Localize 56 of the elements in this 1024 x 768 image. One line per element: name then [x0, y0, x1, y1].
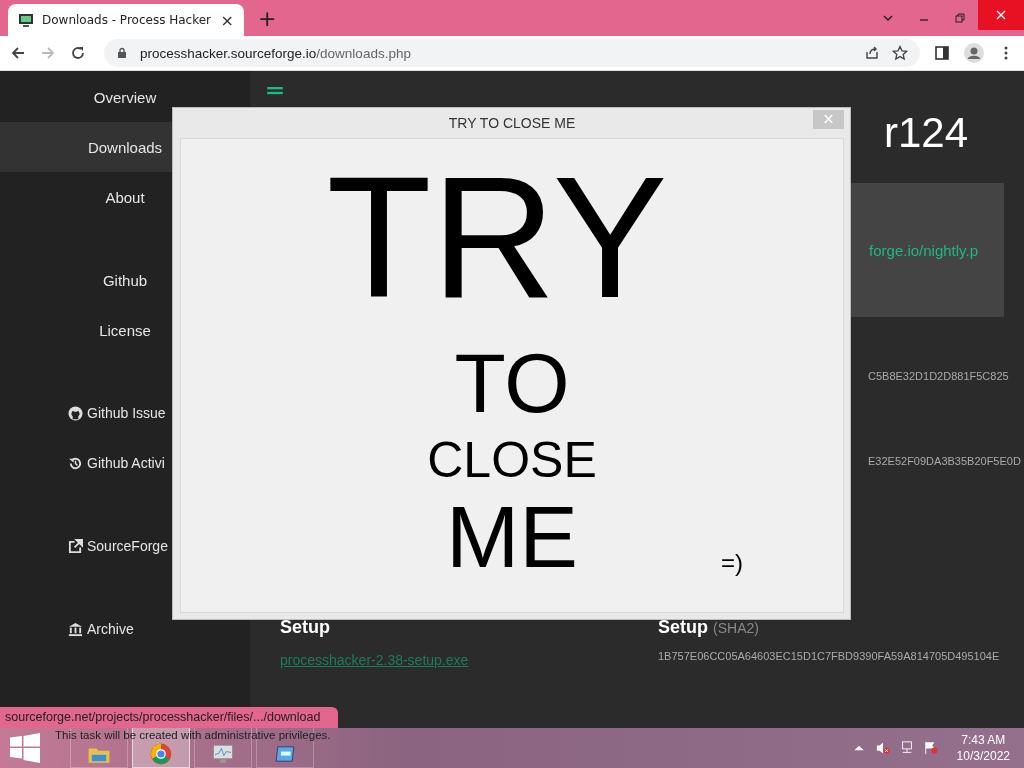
- muted-speaker-icon[interactable]: [875, 741, 890, 755]
- close-tab-button[interactable]: ×: [220, 10, 234, 30]
- hash-text: E32E52F09DA3B35B20F5E0D: [868, 454, 1021, 469]
- sidebar-item[interactable]: Github Activi: [0, 438, 250, 488]
- sidebar-label: Github Activi: [87, 455, 165, 471]
- star-icon[interactable]: [892, 45, 908, 61]
- reload-icon[interactable]: [70, 45, 86, 61]
- clock-date: 10/3/2022: [956, 749, 1010, 763]
- browser-tab[interactable]: Downloads - Process Hacker ×: [8, 4, 244, 36]
- bank-icon: [68, 621, 83, 637]
- close-icon: [995, 9, 1007, 21]
- sidebar-item[interactable]: Archive: [0, 604, 250, 654]
- hash-text: C5B8E32D1D2D881F5C825: [868, 369, 1009, 384]
- github-icon: [68, 405, 83, 421]
- sidebar-item[interactable]: Overview: [0, 72, 250, 122]
- nightly-link[interactable]: forge.io/nightly.p: [869, 241, 978, 259]
- sidebar-label: Downloads: [87, 138, 163, 156]
- dialog-title: TRY TO CLOSE ME: [448, 115, 576, 131]
- start-icon[interactable]: [10, 733, 40, 763]
- download-title: Setup (SHA2): [658, 617, 760, 638]
- profile-icon[interactable]: [964, 43, 984, 63]
- external-link-icon: [68, 538, 83, 554]
- network-icon[interactable]: [899, 741, 914, 755]
- message-text: TO: [454, 341, 570, 425]
- chevron-down-icon[interactable]: [882, 12, 894, 24]
- flag-icon[interactable]: [923, 741, 938, 755]
- sidebar-item[interactable]: Github Issue: [0, 388, 250, 438]
- message-text: ME: [446, 493, 578, 581]
- sidebar-icon[interactable]: [934, 45, 950, 61]
- message-text: CLOSE: [427, 435, 597, 485]
- download-title: Setup: [280, 617, 331, 638]
- sidebar-label: SourceForge: [87, 538, 168, 554]
- sidebar-label: Github: [102, 271, 148, 289]
- monitor-icon: [211, 742, 235, 766]
- sidebar-label: Github Issue: [87, 405, 166, 421]
- lock-icon: [116, 47, 128, 59]
- sidebar-label: Overview: [93, 88, 157, 106]
- restore-icon[interactable]: [954, 12, 966, 24]
- address-bar[interactable]: processhacker.sourceforge.io/downloads.php: [104, 39, 920, 67]
- tab-title: Downloads - Process Hacker: [42, 13, 212, 27]
- new-tab-button[interactable]: +: [258, 5, 277, 31]
- monitor-icon: [18, 12, 34, 28]
- share-icon[interactable]: [864, 45, 880, 61]
- hash-text: 1B757E06CC05A64603EC15D1C7FBD9390FA59A814705D495104E: [658, 650, 1000, 662]
- clock-time: 7:43 AM: [961, 733, 1006, 747]
- sidebar-label: Archive: [87, 621, 134, 637]
- page-heading: r124: [883, 109, 968, 157]
- chrome-icon: [149, 742, 173, 766]
- message-text: TRY: [326, 151, 668, 323]
- sidebar-label: About: [105, 188, 145, 206]
- smiley-text: =): [721, 549, 743, 577]
- history-icon: [68, 455, 83, 471]
- sidebar-label: License: [99, 321, 151, 339]
- back-icon[interactable]: [10, 45, 26, 61]
- status-url: sourceforge.net/projects/processhacker/files/.../download: [0, 707, 338, 728]
- sidebar-item[interactable]: SourceForge: [0, 521, 250, 571]
